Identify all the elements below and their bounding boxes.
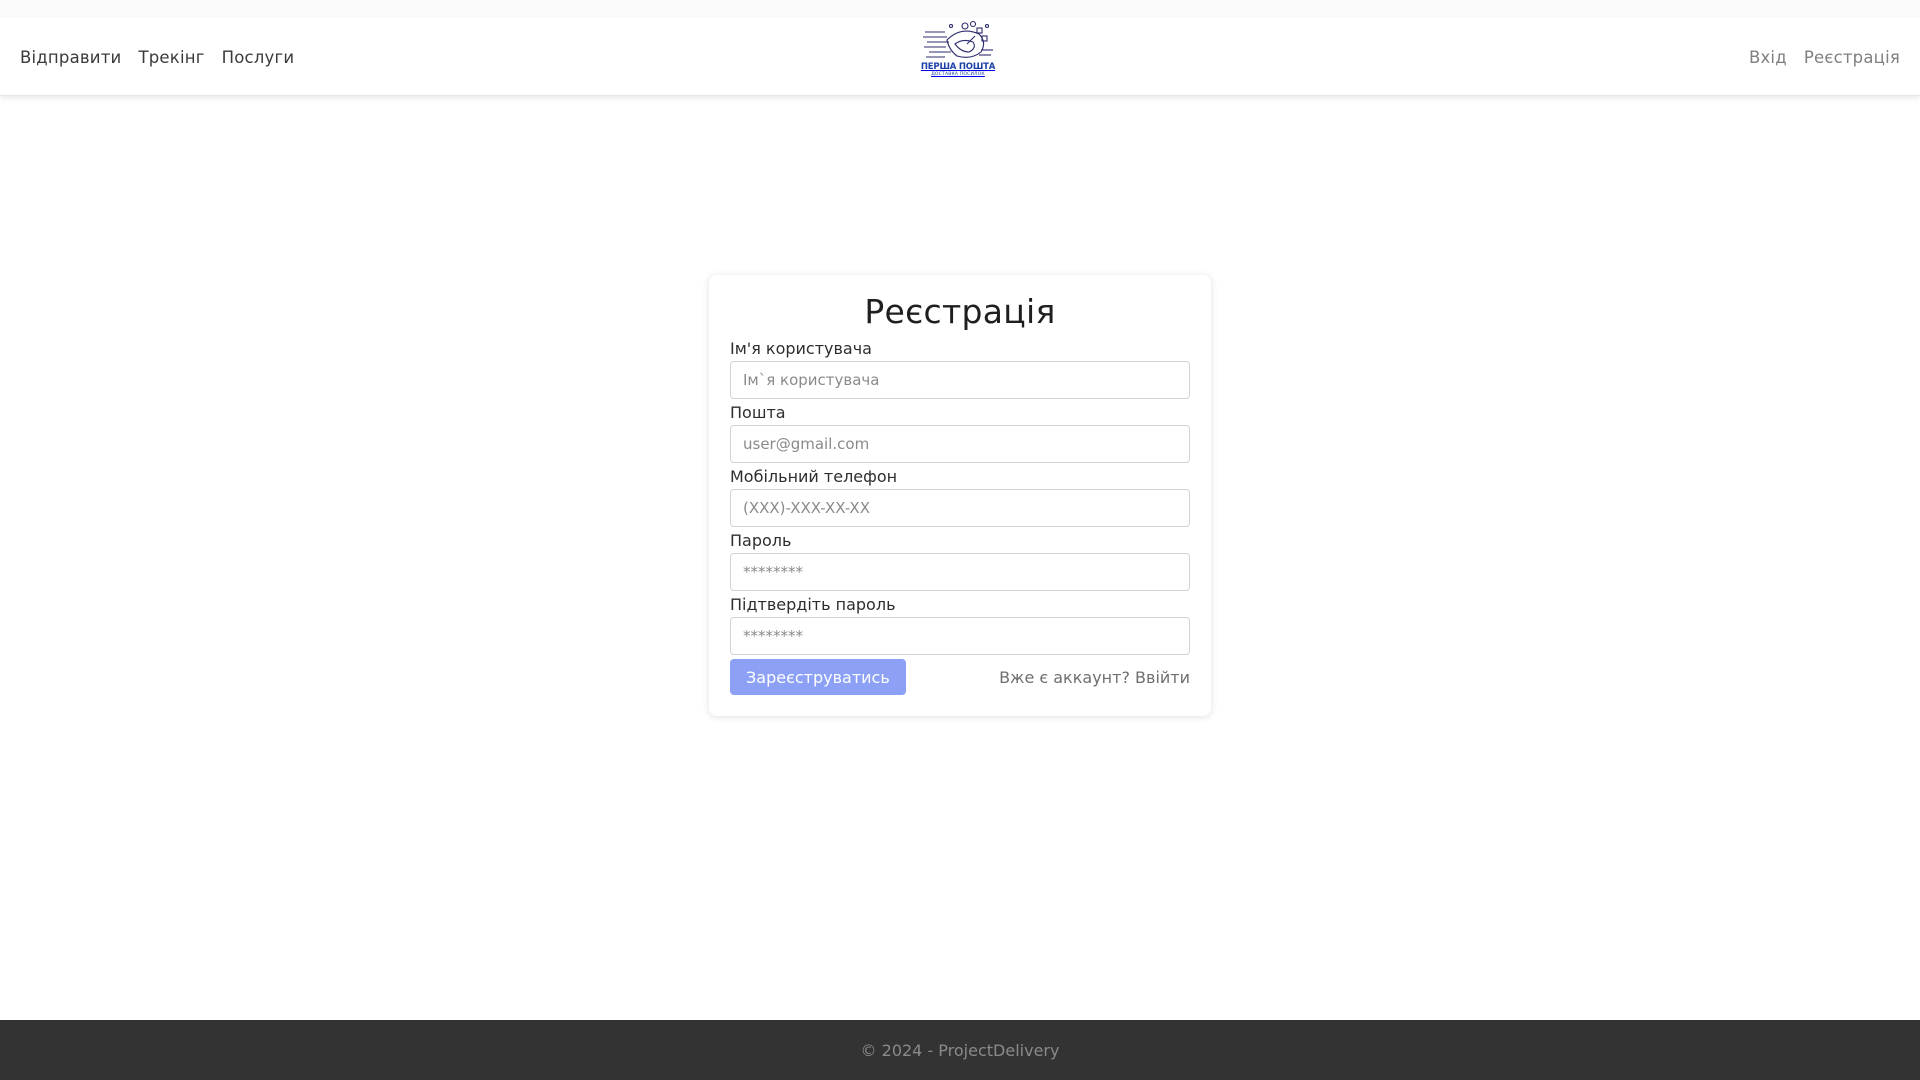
password-field-group: Пароль xyxy=(730,531,1190,591)
nav-link-tracking[interactable]: Трекінг xyxy=(138,48,204,67)
nav-left: Відправити Трекінг Послуги xyxy=(20,18,294,96)
email-input[interactable] xyxy=(730,425,1190,463)
logo-title: ПЕРША ПОШТА xyxy=(920,62,996,72)
logo-subtitle: ДОСТАВКА ПОСИЛОК xyxy=(931,72,985,77)
top-navbar: Відправити Трекінг Послуги ПЕРША ПОШТА Д… xyxy=(0,0,1920,96)
confirm-password-label: Підтвердіть пароль xyxy=(730,595,896,614)
nav-link-services[interactable]: Послуги xyxy=(222,48,295,67)
nav-right: Вхід Реєстрація xyxy=(1749,18,1900,96)
email-field-group: Пошта xyxy=(730,403,1190,463)
nav-link-register[interactable]: Реєстрація xyxy=(1804,48,1900,67)
phone-field-group: Мобільний телефон xyxy=(730,467,1190,527)
username-input[interactable] xyxy=(730,361,1190,399)
registration-card: Реєстрація Ім'я користувача Пошта Мобіль… xyxy=(709,275,1211,716)
username-field-group: Ім'я користувача xyxy=(730,339,1190,399)
password-input[interactable] xyxy=(730,553,1190,591)
delivery-logo-icon xyxy=(923,20,993,58)
brand-logo[interactable]: ПЕРША ПОШТА ДОСТАВКА ПОСИЛОК xyxy=(918,18,998,84)
login-prompt-text: Вже є аккаунт? xyxy=(999,667,1130,687)
register-button[interactable]: Зареєструватись xyxy=(730,659,906,695)
confirm-password-field-group: Підтвердіть пароль xyxy=(730,595,1190,655)
phone-label: Мобільний телефон xyxy=(730,467,898,486)
form-actions: Зареєструватись Вже є аккаунт? Ввійти xyxy=(730,659,1190,695)
login-link[interactable]: Ввійти xyxy=(1135,668,1190,687)
confirm-password-input[interactable] xyxy=(730,617,1190,655)
email-label: Пошта xyxy=(730,403,786,422)
footer-copyright: © 2024 - ProjectDelivery xyxy=(860,1040,1060,1060)
page-title: Реєстрація xyxy=(864,292,1056,331)
username-label: Ім'я користувача xyxy=(730,339,872,358)
page-footer: © 2024 - ProjectDelivery xyxy=(0,1020,1920,1080)
login-prompt: Вже є аккаунт? Ввійти xyxy=(999,668,1190,687)
nav-link-send[interactable]: Відправити xyxy=(20,48,121,67)
phone-input[interactable] xyxy=(730,489,1190,527)
nav-link-login[interactable]: Вхід xyxy=(1749,48,1787,67)
password-label: Пароль xyxy=(730,531,792,550)
